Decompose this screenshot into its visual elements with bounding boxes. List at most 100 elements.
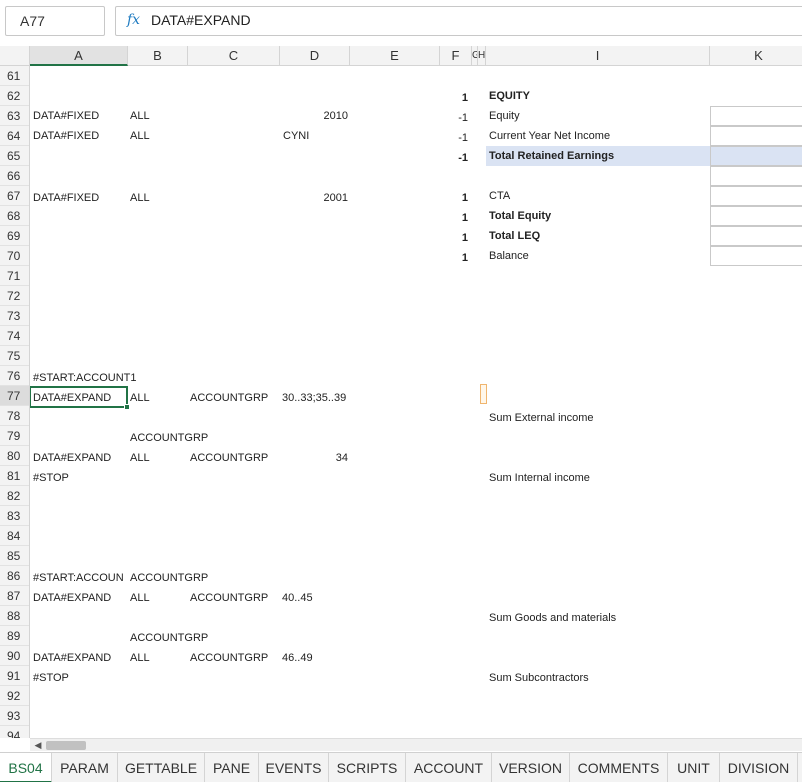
column-header-h[interactable]: H (478, 46, 486, 66)
cell-a76[interactable]: #START:ACCOUNT1 (33, 368, 137, 388)
row-header[interactable]: 80 (0, 446, 29, 466)
cell-c87[interactable]: ACCOUNTGRP (190, 588, 268, 608)
row-header[interactable]: 70 (0, 246, 29, 266)
row-header[interactable]: 87 (0, 586, 29, 606)
row-header[interactable]: 92 (0, 686, 29, 706)
cell-d63[interactable]: 2010 (280, 106, 348, 126)
cell-i88[interactable]: Sum Goods and materials (489, 608, 616, 628)
row-header[interactable]: 67 (0, 186, 29, 206)
row-header[interactable]: 79 (0, 426, 29, 446)
formula-text[interactable]: DATA#EXPAND (151, 12, 251, 28)
fx-icon[interactable]: fx (127, 12, 140, 28)
cell-d90[interactable]: 46..49 (282, 648, 313, 668)
column-header-k[interactable]: K (710, 46, 802, 66)
cell-b80[interactable]: ALL (130, 448, 150, 468)
cell-c80[interactable]: ACCOUNTGRP (190, 448, 268, 468)
row-header[interactable]: 88 (0, 606, 29, 626)
cell-b67[interactable]: ALL (130, 188, 150, 208)
cell-b89[interactable]: ACCOUNTGRP (130, 628, 208, 648)
cell-e67[interactable]: 1 (380, 188, 468, 208)
column-header-c[interactable]: C (188, 46, 280, 66)
tab-account[interactable]: ACCOUNT (406, 753, 492, 782)
horizontal-scrollbar[interactable]: ◀ (30, 738, 802, 751)
row-header[interactable]: 75 (0, 346, 29, 366)
cell-a81[interactable]: #STOP (33, 468, 69, 488)
row-header[interactable]: 91 (0, 666, 29, 686)
cell-b63[interactable]: ALL (130, 106, 150, 126)
cell-a91[interactable]: #STOP (33, 668, 69, 688)
cell-i63[interactable]: Equity (489, 106, 520, 126)
row-header[interactable]: 85 (0, 546, 29, 566)
row-header[interactable]: 89 (0, 626, 29, 646)
cell-b86[interactable]: ACCOUNTGRP (130, 568, 208, 588)
row-header[interactable]: 83 (0, 506, 29, 526)
row-header[interactable]: 61 (0, 66, 29, 86)
column-header-a[interactable]: A (30, 46, 128, 66)
cell-d80[interactable]: 34 (280, 448, 348, 468)
column-header-f[interactable]: F (440, 46, 472, 66)
row-header[interactable]: 64 (0, 126, 29, 146)
cell-a80[interactable]: DATA#EXPAND (33, 448, 111, 468)
cell-e65[interactable]: -1 (380, 148, 468, 168)
row-header[interactable]: 93 (0, 706, 29, 726)
row-header[interactable]: 73 (0, 306, 29, 326)
row-header[interactable]: 86 (0, 566, 29, 586)
row-header[interactable]: 63 (0, 106, 29, 126)
row-header[interactable]: 65 (0, 146, 29, 166)
cell-e69[interactable]: 1 (380, 228, 468, 248)
row-header[interactable]: 94 (0, 726, 29, 738)
cell-i62[interactable]: EQUITY (489, 86, 530, 106)
row-header[interactable]: 71 (0, 266, 29, 286)
tab-comments[interactable]: COMMENTS (570, 753, 668, 782)
input-k63[interactable] (710, 106, 802, 126)
cell-b90[interactable]: ALL (130, 648, 150, 668)
cell-a90[interactable]: DATA#EXPAND (33, 648, 111, 668)
cell-b77[interactable]: ALL (130, 388, 150, 408)
cell-d64[interactable]: CYNI (283, 126, 309, 146)
cell-c90[interactable]: ACCOUNTGRP (190, 648, 268, 668)
cell-e70[interactable]: 1 (380, 248, 468, 268)
formula-input[interactable]: fx DATA#EXPAND (115, 6, 802, 36)
cell-c77[interactable]: ACCOUNTGRP (190, 388, 268, 408)
scroll-left-icon[interactable]: ◀ (32, 740, 44, 751)
row-header[interactable]: 76 (0, 366, 29, 386)
cell-a64[interactable]: DATA#FIXED (33, 126, 99, 146)
tab-param[interactable]: PARAM (52, 753, 118, 782)
tab-unit[interactable]: UNIT (668, 753, 720, 782)
fill-handle[interactable] (124, 404, 130, 410)
cell-a87[interactable]: DATA#EXPAND (33, 588, 111, 608)
column-header-i[interactable]: I (486, 46, 710, 66)
tab-bs04[interactable]: BS04 (0, 753, 52, 782)
cell-e64[interactable]: -1 (380, 128, 468, 148)
cell-d67[interactable]: 2001 (280, 188, 348, 208)
cell-i64[interactable]: Current Year Net Income (489, 126, 610, 146)
input-k70[interactable] (710, 246, 802, 266)
row-header[interactable]: 62 (0, 86, 29, 106)
cell-i91[interactable]: Sum Subcontractors (489, 668, 589, 688)
tab-events[interactable]: EVENTS (259, 753, 329, 782)
row-header[interactable]: 69 (0, 226, 29, 246)
cell-i81[interactable]: Sum Internal income (489, 468, 590, 488)
tab-gettable[interactable]: GETTABLE (118, 753, 205, 782)
cell-i65[interactable]: Total Retained Earnings (486, 146, 710, 166)
column-header-e[interactable]: E (350, 46, 440, 66)
cell-a63[interactable]: DATA#FIXED (33, 106, 99, 126)
sheet-grid[interactable]: 1 EQUITY DATA#FIXED ALL 2010 -1 Equity D… (30, 66, 802, 738)
row-header[interactable]: 84 (0, 526, 29, 546)
tab-version[interactable]: VERSION (492, 753, 570, 782)
cell-b87[interactable]: ALL (130, 588, 150, 608)
row-header[interactable]: 81 (0, 466, 29, 486)
name-box[interactable]: A77 (5, 6, 105, 36)
cell-i67[interactable]: CTA (489, 186, 510, 206)
input-k69[interactable] (710, 226, 802, 246)
cell-e63[interactable]: -1 (380, 108, 468, 128)
row-header[interactable]: 66 (0, 166, 29, 186)
input-k66[interactable] (710, 166, 802, 186)
row-header[interactable]: 74 (0, 326, 29, 346)
tab-pane[interactable]: PANE (205, 753, 259, 782)
row-header[interactable]: 90 (0, 646, 29, 666)
scroll-thumb[interactable] (46, 741, 86, 750)
input-k68[interactable] (710, 206, 802, 226)
row-header[interactable]: 72 (0, 286, 29, 306)
cell-i69[interactable]: Total LEQ (489, 226, 540, 246)
